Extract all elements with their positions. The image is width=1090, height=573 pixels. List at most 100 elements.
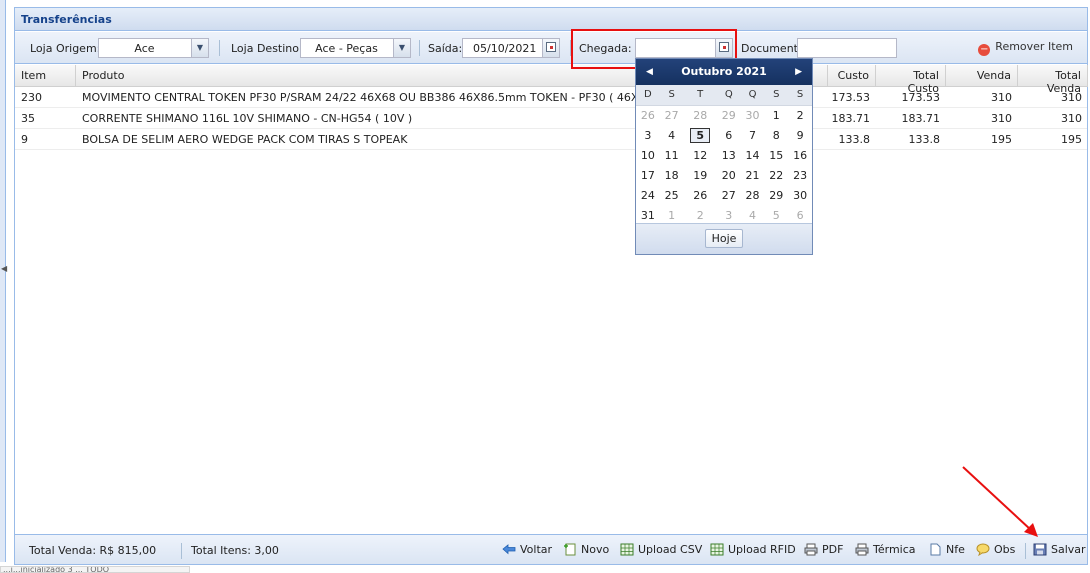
transferencias-panel: Transferências Loja Origem: Ace ▼ Loja D… (14, 7, 1088, 565)
footer-toolbar: Total Venda: R$ 815,00 Total Itens: 3,00… (15, 534, 1087, 564)
calendar-icon[interactable] (542, 39, 559, 57)
calendar-day[interactable]: 5 (764, 205, 788, 225)
cell-total-venda: 310 (1061, 112, 1082, 125)
calendar-day[interactable]: 15 (764, 145, 788, 165)
termica-label: Térmica (873, 543, 916, 556)
calendar-day[interactable]: 18 (660, 165, 684, 185)
documento-input[interactable] (797, 38, 897, 58)
calendar-day[interactable]: 19 (684, 165, 717, 185)
nfe-button[interactable]: Nfe (928, 543, 965, 556)
calendar-day[interactable]: 3 (636, 125, 660, 145)
obs-label: Obs (994, 543, 1016, 556)
voltar-label: Voltar (520, 543, 553, 556)
spreadsheet-icon (710, 543, 724, 556)
save-disk-icon (1033, 543, 1047, 556)
collapsed-west-panel[interactable]: ◀ (0, 0, 7, 562)
calendar-day[interactable]: 6 (788, 205, 812, 225)
calendar-day[interactable]: 30 (741, 105, 765, 125)
prev-month-arrow-icon[interactable]: ◀ (646, 59, 653, 85)
calendar-day[interactable]: 20 (717, 165, 741, 185)
calendar-day[interactable]: 25 (660, 185, 684, 205)
chevron-down-icon[interactable]: ▼ (393, 39, 410, 57)
calendar-day[interactable]: 17 (636, 165, 660, 185)
loja-destino-select[interactable]: Ace - Peças ▼ (300, 38, 411, 58)
calendar-day[interactable]: 26 (684, 185, 717, 205)
document-icon (930, 543, 941, 556)
calendar-day[interactable]: 29 (764, 185, 788, 205)
saida-date-field[interactable]: 05/10/2021 (462, 38, 560, 58)
calendar-day[interactable]: 6 (717, 125, 741, 145)
calendar-day[interactable]: 30 (788, 185, 812, 205)
weekday-label: D (636, 85, 660, 106)
calendar-day[interactable]: 2 (684, 205, 717, 225)
toolbar-separator (419, 40, 420, 56)
loja-destino-label: Loja Destino: (231, 42, 303, 55)
calendar-day[interactable]: 1 (764, 105, 788, 125)
calendar-day[interactable]: 7 (741, 125, 765, 145)
novo-button[interactable]: Novo (563, 543, 609, 556)
remove-item-label: Remover Item (995, 40, 1073, 53)
calendar-day[interactable]: 2 (788, 105, 812, 125)
toolbar-separator (219, 40, 220, 56)
obs-button[interactable]: Obs (976, 543, 1015, 556)
calendar-day[interactable]: 11 (660, 145, 684, 165)
calendar-day[interactable]: 22 (764, 165, 788, 185)
calendar-day[interactable]: 10 (636, 145, 660, 165)
date-picker[interactable]: ◀ Outubro 2021 ▶ D S T Q Q S S 26 27 28 … (635, 58, 813, 255)
calendar-day[interactable]: 16 (788, 145, 812, 165)
column-header-custo[interactable]: Custo (814, 65, 876, 87)
month-label[interactable]: Outubro 2021 (681, 65, 767, 78)
calendar-day[interactable]: 8 (764, 125, 788, 145)
calendar-day[interactable]: 3 (717, 205, 741, 225)
column-header-venda[interactable]: Venda (946, 65, 1018, 87)
novo-label: Novo (581, 543, 610, 556)
calendar-day[interactable]: 27 (717, 185, 741, 205)
calendar-day[interactable]: 21 (741, 165, 765, 185)
calendar-day[interactable]: 29 (717, 105, 741, 125)
salvar-label: Salvar (1051, 543, 1086, 556)
calendar-day[interactable]: 4 (660, 125, 684, 145)
calendar-day[interactable]: 1 (660, 205, 684, 225)
total-venda-text: Total Venda: R$ 815,00 (29, 544, 157, 557)
calendar-day[interactable]: 9 (788, 125, 812, 145)
column-header-total-venda[interactable]: Total Venda (1018, 65, 1088, 95)
calendar-day[interactable]: 4 (741, 205, 765, 225)
table-row[interactable]: 35 CORRENTE SHIMANO 116L 10V SHIMANO - C… (15, 108, 1087, 129)
footer-separator (1025, 543, 1026, 559)
calendar-day[interactable]: 31 (636, 205, 660, 225)
calendar-day[interactable]: 28 (684, 105, 717, 125)
loja-origem-select[interactable]: Ace ▼ (98, 38, 209, 58)
table-row[interactable]: 230 MOVIMENTO CENTRAL TOKEN PF30 P/SRAM … (15, 87, 1087, 108)
expand-arrow-icon[interactable]: ◀ (1, 264, 7, 273)
upload-rfid-button[interactable]: Upload RFID (710, 543, 796, 556)
comment-bubble-icon (976, 543, 990, 556)
calendar-day[interactable]: 28 (741, 185, 765, 205)
remove-item-button[interactable]: − Remover Item (978, 40, 1073, 56)
cell-custo: 183.71 (831, 112, 871, 125)
calendar-day[interactable]: 27 (660, 105, 684, 125)
calendar-day[interactable]: 23 (788, 165, 812, 185)
cell-total-custo: 183.71 (901, 112, 941, 125)
loja-origem-label: Loja Origem: (30, 42, 101, 55)
table-row[interactable]: 9 BOLSA DE SELIM AERO WEDGE PACK COM TIR… (15, 129, 1087, 150)
column-header-item[interactable]: Item (15, 65, 76, 87)
upload-csv-button[interactable]: Upload CSV (620, 543, 702, 556)
chevron-down-icon[interactable]: ▼ (191, 39, 208, 57)
calendar-day[interactable]: 13 (717, 145, 741, 165)
calendar-day[interactable]: 12 (684, 145, 717, 165)
termica-button[interactable]: Térmica (855, 543, 916, 556)
remove-circle-icon: − (978, 44, 991, 56)
column-header-total-custo[interactable]: Total Custo (876, 65, 946, 95)
calendar-day-selected[interactable]: 5 (684, 125, 717, 145)
back-arrow-icon (502, 544, 516, 555)
calendar-day[interactable]: 26 (636, 105, 660, 125)
calendar-day[interactable]: 14 (741, 145, 765, 165)
today-button[interactable]: Hoje (704, 229, 744, 248)
voltar-button[interactable]: Voltar (502, 543, 552, 556)
calendar-day[interactable]: 24 (636, 185, 660, 205)
weekday-label: Q (740, 85, 765, 106)
salvar-button[interactable]: Salvar (1033, 543, 1086, 556)
pdf-button[interactable]: PDF (804, 543, 843, 556)
cell-venda: 310 (991, 91, 1012, 104)
next-month-arrow-icon[interactable]: ▶ (795, 59, 802, 85)
